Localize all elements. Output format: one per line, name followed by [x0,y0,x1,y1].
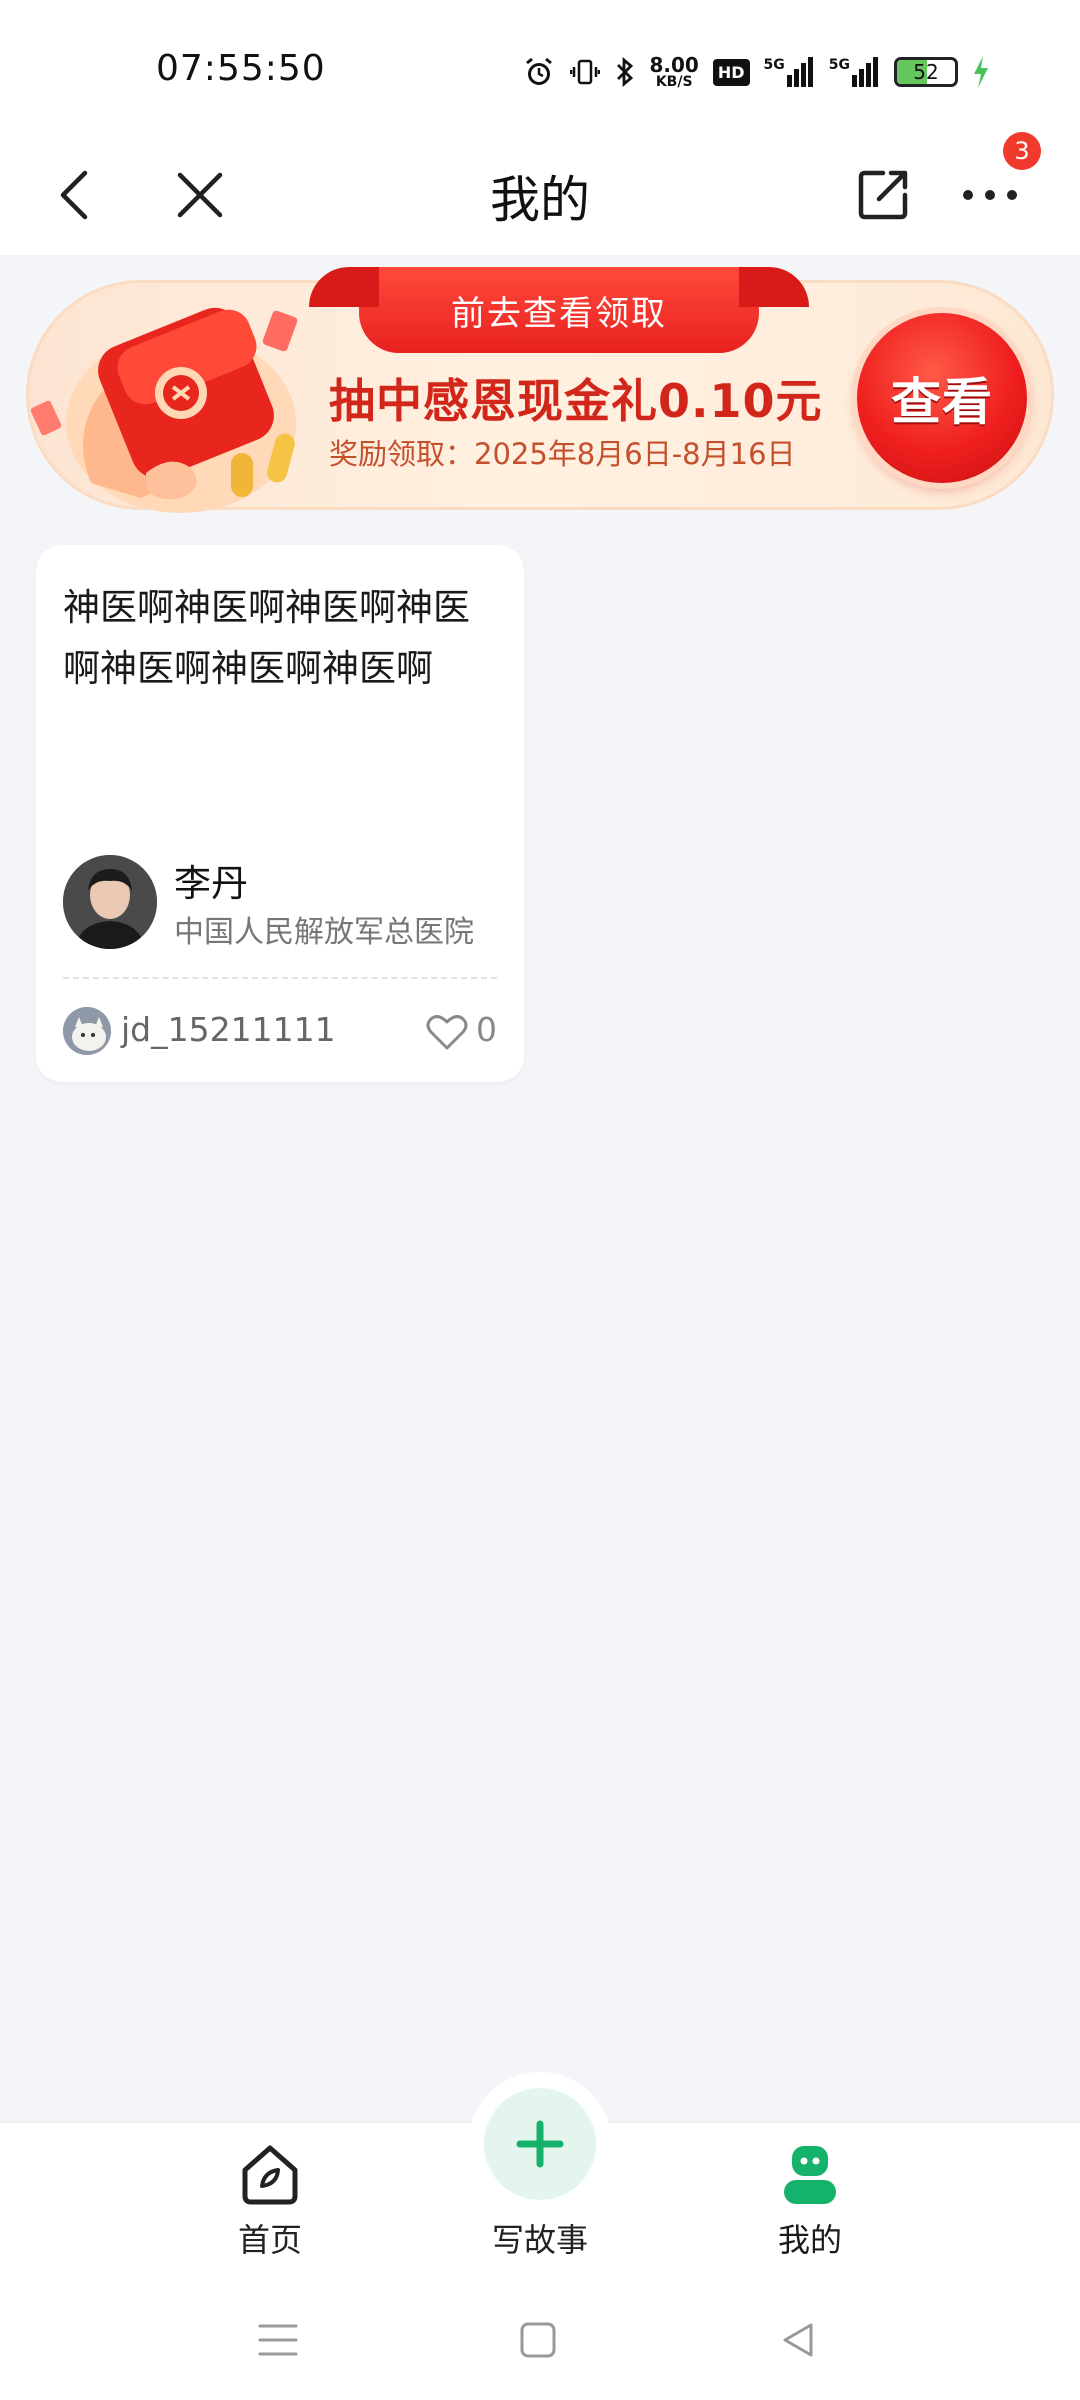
bluetooth-icon [614,56,636,88]
vibrate-icon [569,57,600,87]
home-icon [234,2141,306,2209]
net-speed-value: 8.00 [649,53,699,77]
like-count: 0 [476,1010,497,1049]
story-card[interactable]: 神医啊神医啊神医啊神医啊神医啊神医啊神医啊 李丹 中国人民解放军总医院 jd_1… [36,545,524,1082]
user-avatar[interactable] [63,1007,111,1055]
plus-icon [516,2120,564,2168]
promo-tab-label[interactable]: 前去查看领取 [309,267,809,353]
alarm-icon [522,55,556,89]
battery-level: 52 [913,60,939,84]
signal-icon: 5G [764,57,815,87]
author-username[interactable]: jd_15211111 [121,1010,336,1049]
status-icons: 8.00 KB/S HD 5G 5G 52 [522,50,991,94]
signal-icon: 5G [829,57,880,87]
story-content: 神医啊神医啊神医啊神医啊神医啊神医啊神医啊 [63,586,470,690]
square-icon [520,2322,556,2358]
hd-badge: HD [712,58,750,86]
user-photo-icon [63,1007,111,1055]
write-story-fab-inner[interactable] [484,2088,596,2200]
share-button[interactable] [838,150,928,240]
battery-icon: 52 [894,57,958,87]
write-story-fab[interactable] [468,2072,612,2216]
status-time: 07:55:50 [156,48,326,89]
card-divider [63,977,497,979]
system-back-button[interactable] [768,2310,828,2370]
nav-label-home: 首页 [237,2221,302,2259]
notification-badge: 3 [1003,132,1041,170]
nav-label-mine: 我的 [777,2221,842,2259]
nav-item-home[interactable]: 首页 [180,2141,360,2261]
heart-icon[interactable] [426,1013,468,1051]
nav-label-write-story: 写故事 [491,2221,588,2259]
system-navigation-bar [0,2272,1080,2400]
doctor-avatar[interactable] [63,855,157,949]
doctor-hospital: 中国人民解放军总医院 [174,915,474,950]
charging-icon [972,56,990,88]
promo-title: 抽中感恩现金礼0.10元 [329,374,823,428]
net-speed-unit: KB/S [655,74,693,90]
system-menu-button[interactable] [248,2310,308,2370]
red-envelope-hand-icon [31,307,298,513]
top-navigation-bar: 我的 [0,130,1080,255]
status-bar: 07:55:50 8.00 KB/S HD 5G 5G 52 [0,0,1080,130]
doctor-name[interactable]: 李丹 [174,853,248,907]
signal-label: 5G [763,57,785,73]
signal-label: 5G [828,57,850,73]
promo-banner[interactable]: 前去查看领取 抽中感恩现金礼0.10元 奖励领取：2025年8月6日-8月16日… [26,267,1054,513]
promo-view-button[interactable]: 查看 [857,313,1027,483]
more-dots-icon [963,190,1017,200]
system-home-button[interactable] [508,2310,568,2370]
nav-item-mine[interactable]: 我的 [720,2141,900,2261]
menu-lines-icon [258,2324,298,2356]
profile-icon [774,2141,846,2209]
doctor-photo-icon [63,855,157,949]
promo-subtitle: 奖励领取：2025年8月6日-8月16日 [329,437,796,471]
triangle-back-icon [783,2323,813,2357]
share-icon [858,170,908,220]
network-speed: 8.00 KB/S [650,55,699,89]
battery: 52 [894,57,958,87]
